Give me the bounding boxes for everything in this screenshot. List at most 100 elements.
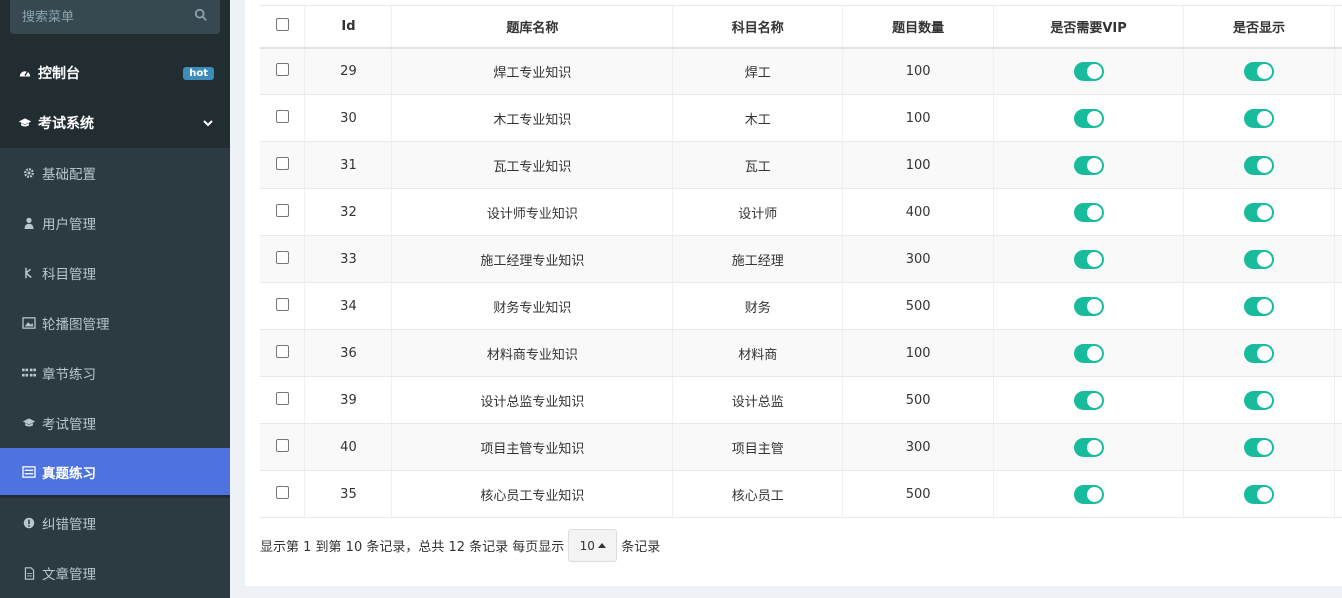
row-question-count: 500 — [842, 376, 995, 424]
row-bank-name: 设计师专业知识 — [391, 188, 674, 236]
sidebar-item-exam-system[interactable]: 考试系统 — [0, 100, 230, 146]
vip-toggle[interactable] — [1073, 437, 1104, 457]
sidebar-item-label: 轮播图管理 — [42, 317, 110, 333]
row-subject-name: 设计师 — [672, 188, 844, 236]
row-select-cell — [260, 376, 306, 424]
vip-toggle[interactable] — [1073, 202, 1104, 222]
row-vip-cell — [993, 282, 1184, 330]
row-checkbox[interactable] — [275, 344, 289, 358]
sidebar-item-past-exam-practice[interactable]: 真题练习 — [0, 448, 230, 495]
list-icon — [22, 465, 36, 479]
row-subject-name: 财务 — [672, 282, 844, 330]
row-extra-cell — [1334, 376, 1342, 424]
row-question-count: 300 — [842, 235, 995, 283]
row-checkbox[interactable] — [275, 485, 289, 499]
sidebar-item-banner-management[interactable]: 轮播图管理 — [0, 298, 230, 348]
row-checkbox[interactable] — [275, 250, 289, 264]
pagination-suffix: 条记录 — [621, 540, 661, 555]
vip-toggle[interactable] — [1073, 390, 1104, 410]
page-size-dropdown[interactable]: 10 — [568, 529, 618, 562]
visible-toggle[interactable] — [1243, 484, 1274, 504]
column-header-subject-name[interactable]: 科目名称 — [672, 5, 844, 49]
row-id: 40 — [304, 423, 393, 471]
row-checkbox[interactable] — [275, 109, 289, 123]
column-header-question-count[interactable]: 题目数量 — [842, 5, 995, 49]
vip-toggle[interactable] — [1073, 484, 1104, 504]
visible-toggle[interactable] — [1243, 343, 1274, 363]
row-checkbox[interactable] — [275, 438, 289, 452]
row-select-cell — [260, 94, 306, 142]
row-checkbox[interactable] — [275, 156, 289, 170]
dashboard-icon — [18, 66, 32, 80]
row-question-count: 300 — [842, 423, 995, 471]
vip-toggle[interactable] — [1073, 249, 1104, 269]
select-all-checkbox[interactable] — [275, 17, 289, 31]
row-bank-name: 材料商专业知识 — [391, 329, 674, 377]
row-bank-name: 施工经理专业知识 — [391, 235, 674, 283]
row-select-cell — [260, 423, 306, 471]
row-question-count: 100 — [842, 47, 995, 95]
row-checkbox[interactable] — [275, 203, 289, 217]
search-icon[interactable] — [194, 8, 208, 22]
row-checkbox[interactable] — [275, 297, 289, 311]
row-question-count: 400 — [842, 188, 995, 236]
visible-toggle[interactable] — [1243, 249, 1274, 269]
sidebar-item-article-management[interactable]: 文章管理 — [0, 548, 230, 598]
chevron-down-icon[interactable] — [202, 117, 214, 129]
row-visible-cell — [1183, 423, 1335, 471]
column-header-bank-name[interactable]: 题库名称 — [391, 5, 674, 49]
sidebar-item-label: 考试系统 — [38, 116, 94, 132]
row-id: 29 — [304, 47, 393, 95]
row-question-count: 100 — [842, 94, 995, 142]
row-select-cell — [260, 188, 306, 236]
user-icon — [22, 216, 36, 230]
sidebar-item-label: 科目管理 — [42, 267, 96, 283]
row-visible-cell — [1183, 376, 1335, 424]
visible-toggle[interactable] — [1243, 390, 1274, 410]
sidebar-item-basic-config[interactable]: 基础配置 — [0, 148, 230, 198]
row-subject-name: 木工 — [672, 94, 844, 142]
row-vip-cell — [993, 376, 1184, 424]
row-subject-name: 项目主管 — [672, 423, 844, 471]
vip-toggle[interactable] — [1073, 108, 1104, 128]
vip-toggle[interactable] — [1073, 343, 1104, 363]
row-extra-cell — [1334, 235, 1342, 283]
sidebar-item-subject-management[interactable]: 科目管理 — [0, 248, 230, 298]
column-header-vip-required[interactable]: 是否需要VIP — [993, 5, 1184, 49]
table-row: 34 财务专业知识 财务 500 — [260, 282, 1342, 330]
row-vip-cell — [993, 329, 1184, 377]
visible-toggle[interactable] — [1243, 61, 1274, 81]
row-checkbox[interactable] — [275, 391, 289, 405]
vip-toggle[interactable] — [1073, 61, 1104, 81]
row-visible-cell — [1183, 282, 1335, 330]
sidebar-item-error-correction[interactable]: 纠错管理 — [0, 498, 230, 548]
pagination-footer: 显示第 1 到第 10 条记录，总共 12 条记录 每页显示 10 条记录 — [260, 529, 660, 562]
row-select-cell — [260, 141, 306, 189]
document-icon — [22, 566, 36, 580]
sidebar-item-exam-management[interactable]: 考试管理 — [0, 398, 230, 448]
visible-toggle[interactable] — [1243, 437, 1274, 457]
sidebar-item-user-management[interactable]: 用户管理 — [0, 198, 230, 248]
column-header-visible[interactable]: 是否显示 — [1183, 5, 1335, 49]
row-checkbox[interactable] — [275, 62, 289, 76]
row-vip-cell — [993, 235, 1184, 283]
visible-toggle[interactable] — [1243, 108, 1274, 128]
pagination-summary: 显示第 1 到第 10 条记录，总共 12 条记录 每页显示 — [260, 540, 565, 555]
gear-icon — [22, 166, 36, 180]
visible-toggle[interactable] — [1243, 202, 1274, 222]
row-subject-name: 施工经理 — [672, 235, 844, 283]
column-header-id[interactable]: Id — [304, 5, 393, 49]
row-subject-name: 设计总监 — [672, 376, 844, 424]
sidebar-item-chapter-practice[interactable]: 章节练习 — [0, 348, 230, 398]
visible-toggle[interactable] — [1243, 155, 1274, 175]
row-visible-cell — [1183, 94, 1335, 142]
vip-toggle[interactable] — [1073, 155, 1104, 175]
row-id: 32 — [304, 188, 393, 236]
vip-toggle[interactable] — [1073, 296, 1104, 316]
question-bank-table: Id 题库名称 科目名称 题目数量 是否需要VIP 是否显示 29 焊工专业知识… — [260, 5, 1342, 518]
sidebar-item-dashboard[interactable]: 控制台 hot — [0, 50, 230, 96]
visible-toggle[interactable] — [1243, 296, 1274, 316]
row-select-cell — [260, 329, 306, 377]
search-menu-input[interactable]: 搜索菜单 — [10, 0, 220, 34]
row-extra-cell — [1334, 141, 1342, 189]
